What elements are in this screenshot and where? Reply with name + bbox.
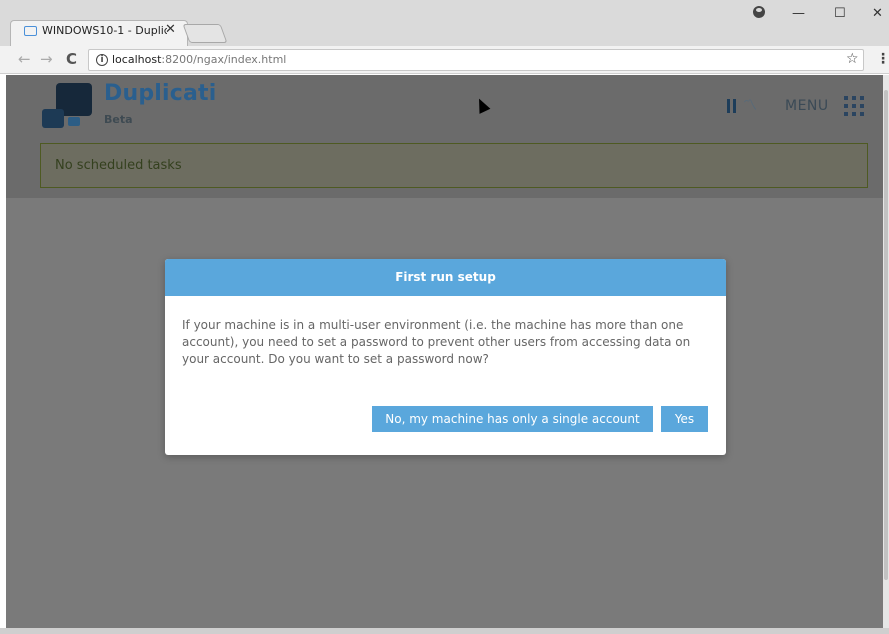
url-text: localhost:8200/ngax/index.html <box>112 53 286 66</box>
browser-menu-icon[interactable]: ⋮ <box>876 51 889 67</box>
reload-icon[interactable]: C <box>66 50 77 68</box>
no-single-account-button[interactable]: No, my machine has only a single account <box>372 406 653 432</box>
bookmark-star-icon[interactable]: ☆ <box>846 51 859 67</box>
scrollbar-thumb[interactable] <box>884 90 888 580</box>
profile-icon[interactable] <box>753 6 765 18</box>
schedule-status-bar: No scheduled tasks <box>40 143 868 188</box>
throttle-icon[interactable]: 〽 <box>743 95 757 115</box>
duplicati-favicon-icon <box>24 26 37 36</box>
schedule-status-text: No scheduled tasks <box>55 158 182 173</box>
menu-label[interactable]: MENU <box>785 98 829 114</box>
pause-icon[interactable] <box>727 99 737 113</box>
page-bottom-edge <box>0 628 889 634</box>
tab-title: WINDOWS10-1 - Duplica <box>42 24 167 37</box>
app-header: Duplicati Beta 〽 MENU No scheduled tasks <box>6 75 883 198</box>
back-icon[interactable]: ← <box>18 50 31 68</box>
tab-close-icon[interactable]: ✕ <box>165 22 176 37</box>
url-host: localhost <box>112 53 162 66</box>
window-close-icon[interactable]: ✕ <box>872 6 883 21</box>
url-path: :8200/ngax/index.html <box>161 53 287 66</box>
first-run-dialog: First run setup If your machine is in a … <box>165 259 726 455</box>
info-icon[interactable]: i <box>96 54 108 66</box>
yes-button[interactable]: Yes <box>661 406 708 432</box>
brand-name[interactable]: Duplicati <box>104 81 217 106</box>
dialog-title: First run setup <box>395 270 496 284</box>
new-tab-button[interactable] <box>182 24 228 43</box>
dialog-message: If your machine is in a multi-user envir… <box>182 318 691 366</box>
duplicati-logo[interactable] <box>42 83 96 129</box>
minimize-icon[interactable]: — <box>792 6 805 21</box>
maximize-icon[interactable]: ☐ <box>834 6 846 21</box>
forward-icon[interactable]: → <box>40 50 53 68</box>
menu-grid-icon[interactable] <box>844 96 864 116</box>
brand-sub: Beta <box>104 113 133 126</box>
dialog-header: First run setup <box>165 259 726 296</box>
